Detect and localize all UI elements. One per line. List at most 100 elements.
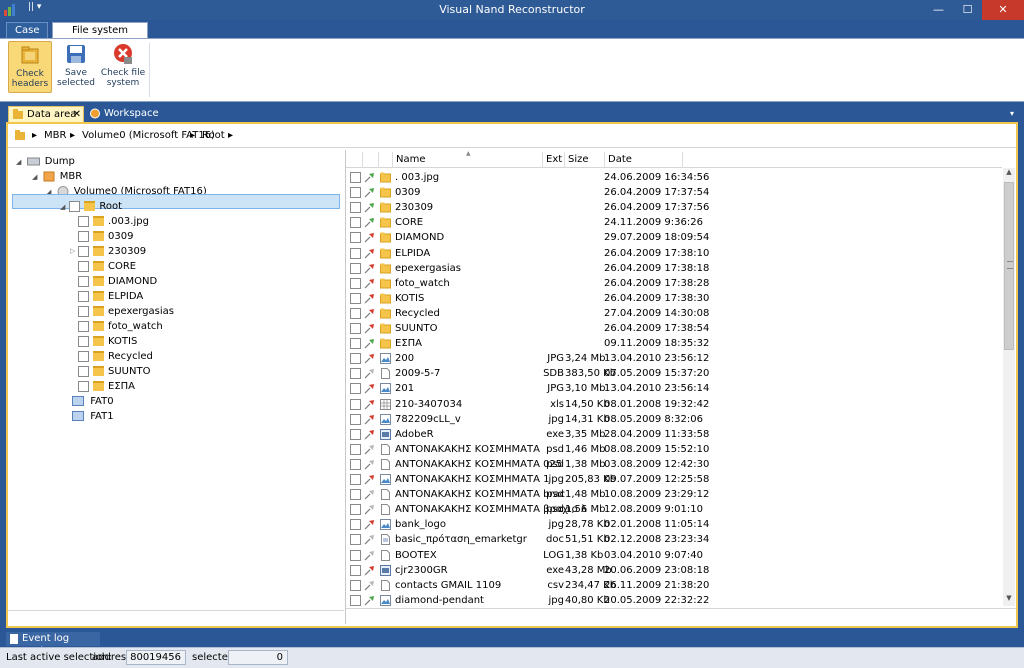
- tab-case[interactable]: Case: [6, 22, 48, 38]
- list-item[interactable]: epexergasias 26.04.2009 17:38:18: [346, 261, 1002, 276]
- list-item[interactable]: 230309 26.04.2009 17:37:56: [346, 200, 1002, 215]
- tree-node-dump[interactable]: ◢ Dump: [16, 154, 75, 169]
- check-headers-button[interactable]: Check headers: [8, 41, 52, 93]
- close-tab-icon[interactable]: ✕: [73, 107, 81, 122]
- checkbox[interactable]: [350, 428, 361, 440]
- column-header-date[interactable]: Date: [608, 154, 632, 165]
- expand-icon[interactable]: ◢: [32, 173, 37, 181]
- list-item[interactable]: foto_watch 26.04.2009 17:38:28: [346, 276, 1002, 291]
- tree-node-folder[interactable]: KOTIS: [78, 334, 137, 349]
- list-item[interactable]: contacts GMAIL 1109 csv 234,47 Kb 26.11.200…: [346, 578, 1002, 593]
- checkbox[interactable]: [350, 474, 361, 485]
- checkbox[interactable]: [350, 187, 361, 199]
- scroll-thumb[interactable]: [1004, 182, 1014, 350]
- tree-node-mbr[interactable]: ◢ MBR: [32, 169, 82, 184]
- checkbox[interactable]: [350, 504, 361, 516]
- tree-node-folder[interactable]: .003.jpg: [78, 214, 149, 229]
- checkbox[interactable]: [350, 277, 361, 289]
- vertical-scrollbar[interactable]: ▲ ▼: [1003, 168, 1015, 606]
- chevron-right-icon[interactable]: ▸: [190, 130, 195, 141]
- list-item[interactable]: cjr2300GR exe 43,28 Mb 20.06.2009 23:08:18: [346, 563, 1002, 578]
- tree-node-folder[interactable]: Recycled: [78, 349, 153, 364]
- checkbox[interactable]: [350, 564, 361, 576]
- scroll-down-icon[interactable]: ▼: [1003, 594, 1015, 606]
- folder-icon[interactable]: [14, 130, 26, 141]
- checkbox[interactable]: [350, 338, 361, 350]
- tab-workspace[interactable]: Workspace: [86, 106, 164, 122]
- checkbox[interactable]: [78, 365, 89, 377]
- list-item[interactable]: ΑΝΤΟΝΑΚΑΚΗΣ ΚΟΣΜΗΜΑΤΑ 025 psd 1,38 Mb 03.08…: [346, 457, 1002, 472]
- checkbox[interactable]: [350, 172, 361, 183]
- checkbox[interactable]: [350, 549, 361, 561]
- list-item[interactable]: KOTIS 26.04.2009 17:38:30: [346, 291, 1002, 306]
- tree-node-root[interactable]: ◢ Root: [60, 199, 122, 214]
- tree-node-folder[interactable]: epexergasias: [78, 304, 174, 319]
- checkbox[interactable]: [78, 320, 89, 332]
- checkbox[interactable]: [350, 519, 361, 531]
- checkbox[interactable]: [69, 200, 81, 212]
- list-item[interactable]: BOOTEX LOG 1,38 Kb 03.04.2010 9:07:40: [346, 548, 1002, 563]
- list-item[interactable]: 782209cLL_v jpg 14,31 Kb 08.05.2009 8:32:06: [346, 412, 1002, 427]
- list-item[interactable]: bank_logo jpg 28,78 Kb 02.01.2008 11:05:14: [346, 517, 1002, 532]
- list-item[interactable]: ΑΝΤΟΝΑΚΑΚΗΣ ΚΟΣΜΗΜΑΤΑ βραχιο λ psd 1,56 Mb…: [346, 502, 1002, 517]
- checkbox[interactable]: [78, 275, 89, 287]
- checkbox[interactable]: [350, 398, 361, 410]
- checkbox[interactable]: [350, 368, 361, 380]
- checkbox[interactable]: [350, 413, 361, 425]
- tree-node-fat1[interactable]: FAT1: [72, 409, 114, 424]
- list-item[interactable]: ΕΣΠΑ 09.11.2009 18:35:32: [346, 336, 1002, 351]
- maximize-button[interactable]: ☐: [953, 0, 982, 20]
- tree-node-folder[interactable]: DIAMOND: [78, 274, 157, 289]
- list-item[interactable]: 0309 26.04.2009 17:37:54: [346, 185, 1002, 200]
- checkbox[interactable]: [350, 262, 361, 274]
- checkbox[interactable]: [350, 307, 361, 319]
- tab-data-area[interactable]: Data area 0 ✕: [8, 106, 84, 135]
- checkbox[interactable]: [78, 290, 89, 302]
- checkbox[interactable]: [350, 323, 361, 334]
- expand-icon[interactable]: ◢: [16, 158, 21, 166]
- list-item[interactable]: ΑΝΤΟΝΑΚΑΚΗΣ ΚΟΣΜΗΜΑΤΑ 1 jpg 205,83 Kb 09.07…: [346, 472, 1002, 487]
- checkbox[interactable]: [78, 260, 89, 272]
- checkbox[interactable]: [350, 217, 361, 229]
- column-header-name[interactable]: Name: [396, 154, 426, 165]
- checkbox[interactable]: [350, 247, 361, 259]
- checkbox[interactable]: [78, 335, 89, 347]
- check-file-system-button[interactable]: Check file system: [100, 41, 146, 93]
- list-item[interactable]: AdobeR exe 3,35 Mb 28.04.2009 11:33:58: [346, 427, 1002, 442]
- event-log-explorer-tab[interactable]: Event log explorer: [6, 632, 100, 657]
- checkbox[interactable]: [78, 230, 89, 242]
- list-item[interactable]: ELPIDA 26.04.2009 17:38:10: [346, 246, 1002, 261]
- list-item[interactable]: ΑΝΤΟΝΑΚΑΚΗΣ ΚΟΣΜΗΜΑΤΑ psd 1,46 Mb 08.08.200…: [346, 442, 1002, 457]
- checkbox[interactable]: [350, 383, 361, 395]
- minimize-button[interactable]: —: [924, 0, 953, 20]
- tree-node-folder[interactable]: ΕΣΠΑ: [78, 379, 135, 394]
- list-item[interactable]: ΑΝΤΟΝΑΚΑΚΗΣ ΚΟΣΜΗΜΑΤΑ brac psd 1,48 Mb 10.0…: [346, 487, 1002, 502]
- breadcrumb-root[interactable]: Root: [202, 130, 225, 141]
- list-item[interactable]: 2009-5-7 SDB 383,50 Kb 07.05.2009 15:37:20: [346, 366, 1002, 381]
- scroll-up-icon[interactable]: ▲: [1003, 168, 1015, 180]
- checkbox[interactable]: [350, 594, 361, 606]
- column-header-size[interactable]: Size: [568, 154, 589, 165]
- chevron-right-icon[interactable]: ▸: [32, 130, 37, 141]
- list-item[interactable]: SUUNTO 26.04.2009 17:38:54: [346, 321, 1002, 336]
- chevron-right-icon[interactable]: ▸: [228, 130, 233, 141]
- expand-icon[interactable]: ▷: [70, 244, 75, 259]
- close-button[interactable]: ✕: [982, 0, 1024, 20]
- tree-node-fat0[interactable]: FAT0: [72, 394, 114, 409]
- tab-menu-icon[interactable]: ▾: [1010, 109, 1014, 118]
- tree-node-folder[interactable]: foto_watch: [78, 319, 163, 334]
- list-item[interactable]: 210-3407034 xls 14,50 Kb 08.01.2008 19:32:4…: [346, 397, 1002, 412]
- list-item[interactable]: diamond-pendant jpg 40,80 Kb 20.05.2009 22:…: [346, 593, 1002, 608]
- checkbox[interactable]: [350, 232, 361, 244]
- list-item[interactable]: basic_πρόταση_emarketgr doc 51,51 Kb 02.12.…: [346, 532, 1002, 547]
- checkbox[interactable]: [78, 350, 89, 362]
- tree-node-folder[interactable]: CORE: [78, 259, 136, 274]
- checkbox[interactable]: [78, 305, 89, 317]
- breadcrumb-mbr[interactable]: MBR: [44, 130, 66, 141]
- checkbox[interactable]: [78, 380, 89, 392]
- save-selected-button[interactable]: Save selected: [56, 41, 96, 93]
- expand-icon[interactable]: ◢: [60, 203, 65, 211]
- list-item[interactable]: . 003.jpg 24.06.2009 16:34:56: [346, 170, 1002, 185]
- column-header-ext[interactable]: Ext: [546, 154, 562, 165]
- list-item[interactable]: 200 JPG 3,24 Mb 13.04.2010 23:56:12: [346, 351, 1002, 366]
